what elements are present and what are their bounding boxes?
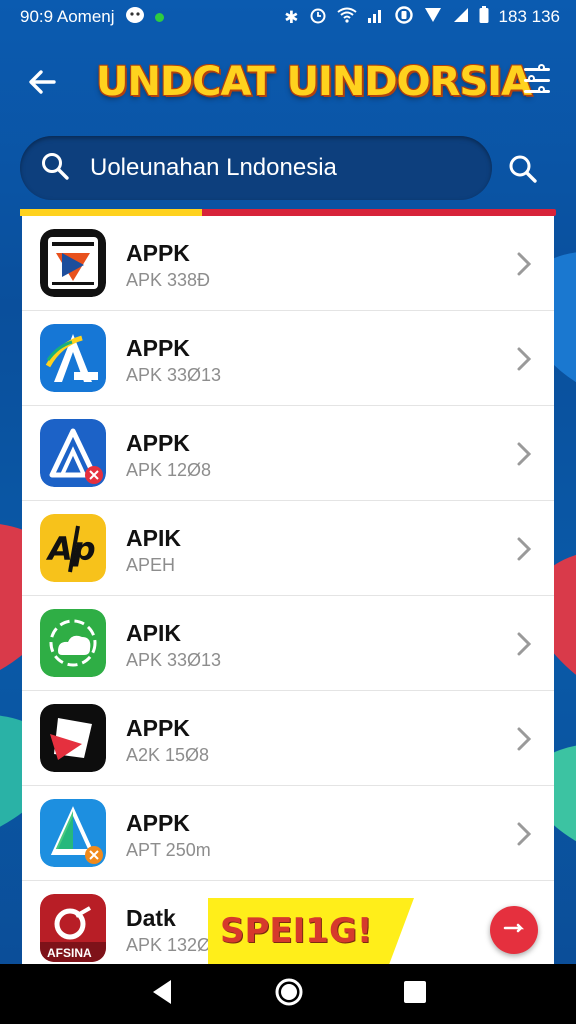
back-arrow-icon	[29, 70, 56, 94]
app-meta: APEH	[126, 555, 176, 575]
chevron-right-icon	[517, 252, 532, 276]
list-item[interactable]: Ap APIK APEH	[22, 501, 554, 596]
video-app-icon	[40, 229, 106, 297]
list-item[interactable]: APPK APK 33Ø13	[22, 311, 554, 406]
app-name: APPK	[126, 240, 190, 266]
progress-track	[20, 209, 556, 216]
letter-a-blue-icon	[40, 324, 106, 392]
cloud-green-icon	[40, 609, 106, 677]
bluetooth-icon: ✱	[284, 7, 299, 27]
chevron-right-icon	[517, 442, 532, 466]
battery-icon	[479, 5, 489, 29]
promo-banner[interactable]: SPEI1G!	[208, 898, 414, 964]
page-title: UNDCAT UINDORSIA	[96, 59, 532, 105]
play-black-icon	[40, 704, 106, 772]
app-name: Datk	[126, 905, 176, 931]
app-meta: APK 12Ø8	[126, 460, 212, 480]
list-item[interactable]: APPK APT 250m	[22, 786, 554, 881]
chevron-right-icon	[517, 822, 532, 846]
app-header: UNDCAT UINDORSIA	[0, 44, 576, 120]
app-name: APIK	[126, 620, 181, 646]
search-bar[interactable]	[20, 136, 492, 200]
status-time: 90:9 Aomenj	[20, 7, 115, 26]
signal-triangle-icon	[423, 7, 443, 28]
chevron-right-icon	[517, 632, 532, 656]
signal-icon	[367, 7, 385, 28]
letter-a-outline-icon	[40, 419, 106, 487]
search-icon	[20, 151, 90, 186]
wifi-icon	[336, 7, 357, 28]
search-icon	[509, 155, 537, 183]
nav-back-icon[interactable]	[149, 978, 175, 1011]
signal-bars-icon	[453, 7, 469, 28]
alarm-icon	[309, 6, 327, 29]
letter-a-triangle-icon	[40, 799, 106, 867]
app-list: APPK APK 338Ð APPK APK 33Ø13 APPK APK 12…	[22, 216, 554, 964]
list-item[interactable]: APPK APK 12Ø8	[22, 406, 554, 501]
app-meta: APK 33Ø13	[126, 365, 222, 385]
filter-menu-button[interactable]	[522, 64, 552, 98]
list-item[interactable]: APIK APK 33Ø13	[22, 596, 554, 691]
nav-home-icon[interactable]	[274, 977, 304, 1012]
back-button[interactable]	[22, 62, 62, 102]
app-name: APPK	[126, 715, 190, 741]
chevron-right-icon	[517, 537, 532, 561]
app-meta: APT 250m	[126, 840, 211, 860]
list-item[interactable]: APPK A2K 15Ø8	[22, 691, 554, 786]
gamepad-icon	[125, 6, 145, 29]
progress-fill	[20, 209, 203, 216]
nav-recents-icon[interactable]	[403, 980, 427, 1009]
search-button[interactable]	[500, 146, 546, 192]
app-name: APPK	[126, 430, 190, 456]
notification-dot-icon	[154, 12, 164, 22]
system-nav-bar	[0, 964, 576, 1024]
svg-text:AFSINA: AFSINA	[47, 946, 92, 960]
status-bar: 90:9 Aomenj ✱ 183 136	[0, 0, 576, 34]
app-meta: APK 33Ø13	[126, 650, 222, 670]
arrow-icon	[503, 923, 525, 933]
chevron-right-icon	[517, 347, 532, 371]
app-meta: APK 338Ð	[126, 270, 211, 290]
red-app-icon: AFSINA	[40, 894, 106, 962]
app-meta: A2K 15Ø8	[126, 745, 210, 765]
ap-yellow-icon: Ap	[40, 514, 106, 582]
floating-action-button[interactable]	[490, 906, 538, 954]
status-right-text: 183 136	[498, 7, 560, 26]
chevron-right-icon	[517, 727, 532, 751]
app-name: APPK	[126, 335, 190, 361]
app-name: APIK	[126, 525, 181, 551]
data-icon	[394, 5, 413, 29]
search-input[interactable]	[90, 154, 492, 182]
app-meta: APK 132Ø	[126, 935, 212, 955]
list-item[interactable]: APPK APK 338Ð	[22, 216, 554, 311]
app-name: APPK	[126, 810, 190, 836]
